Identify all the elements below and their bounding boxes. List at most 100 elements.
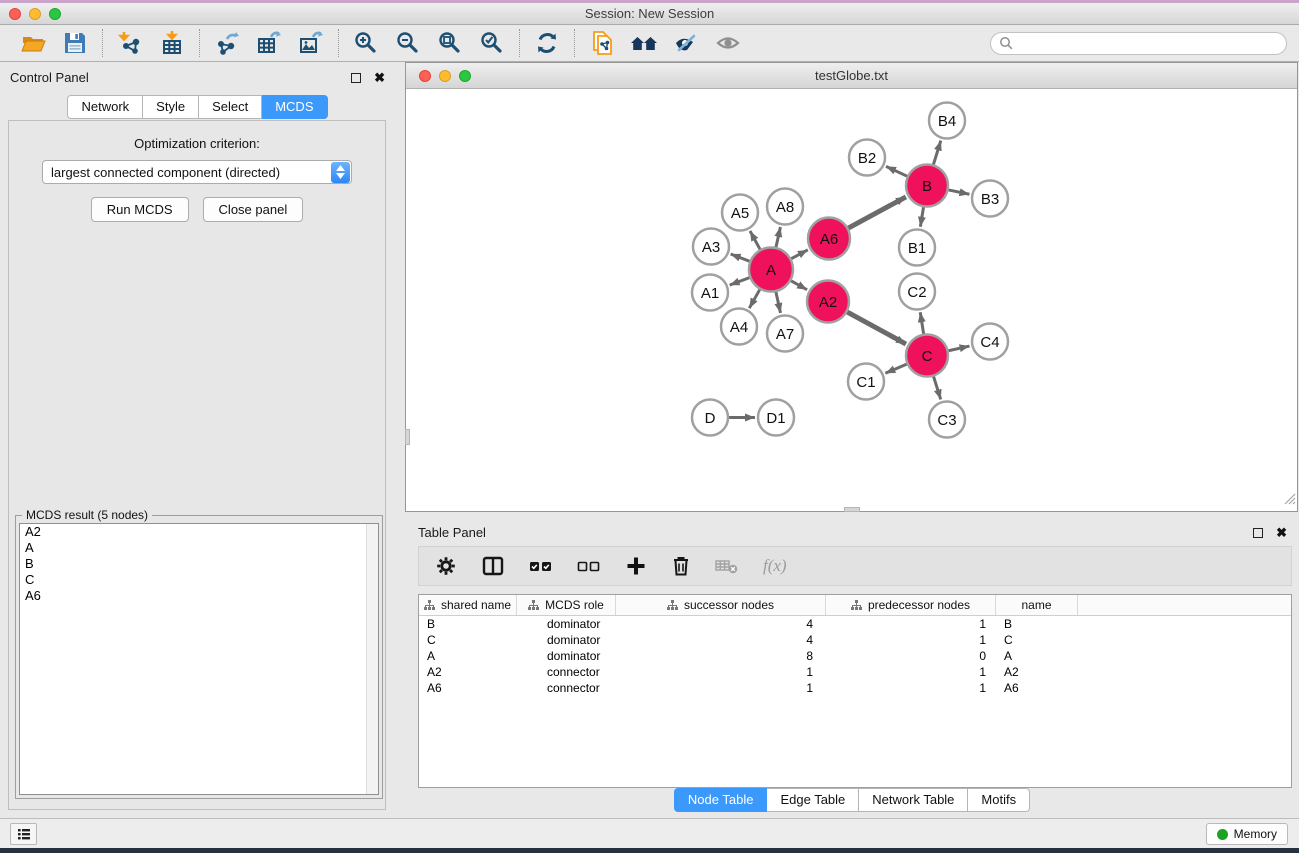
export-table-icon[interactable]: [255, 29, 283, 57]
network-window-titlebar[interactable]: testGlobe.txt: [406, 63, 1297, 89]
save-session-icon[interactable]: [61, 29, 89, 57]
column-header-shared-name[interactable]: shared name: [419, 595, 517, 615]
graph-node-A[interactable]: A: [749, 248, 793, 292]
table-row[interactable]: Adominator80A: [419, 648, 1291, 664]
memory-button[interactable]: Memory: [1206, 823, 1288, 845]
table-cell[interactable]: 1: [616, 664, 826, 680]
table-cell[interactable]: 1: [826, 632, 996, 648]
tab-select[interactable]: Select: [199, 95, 262, 119]
zoom-selected-icon[interactable]: [478, 29, 506, 57]
table-cell[interactable]: A: [419, 648, 517, 664]
table-cell[interactable]: A2: [419, 664, 517, 680]
graph-node-C[interactable]: C: [906, 335, 948, 377]
mcds-result-list[interactable]: A2ABCA6: [19, 523, 379, 795]
graph-edge-C-C3[interactable]: [934, 376, 941, 399]
graph-edge-C-C4[interactable]: [948, 346, 969, 351]
graph-node-A8[interactable]: A8: [767, 189, 803, 225]
first-neighbors-icon[interactable]: [630, 29, 658, 57]
graph-node-C2[interactable]: C2: [899, 274, 935, 310]
graph-node-A7[interactable]: A7: [767, 316, 803, 352]
table-cell[interactable]: 1: [826, 680, 996, 696]
graph-edge-C-C2[interactable]: [920, 312, 923, 334]
show-all-icon[interactable]: [714, 29, 742, 57]
scrollbar-track[interactable]: [366, 524, 378, 794]
table-cell[interactable]: C: [419, 632, 517, 648]
table-cell[interactable]: 4: [616, 616, 826, 632]
graph-node-C3[interactable]: C3: [929, 402, 965, 438]
zoom-network-icon[interactable]: [459, 70, 471, 82]
tab-style[interactable]: Style: [143, 95, 199, 119]
table-cell[interactable]: 8: [616, 648, 826, 664]
graph-node-B2[interactable]: B2: [849, 140, 885, 176]
minimize-network-icon[interactable]: [439, 70, 451, 82]
column-header-predecessor-nodes[interactable]: predecessor nodes: [826, 595, 996, 615]
table-cell[interactable]: A: [996, 648, 1078, 664]
column-header-successor-nodes[interactable]: successor nodes: [616, 595, 826, 615]
tab-network[interactable]: Network: [67, 95, 143, 119]
graph-node-A4[interactable]: A4: [721, 309, 757, 345]
table-row[interactable]: A2connector11A2: [419, 664, 1291, 680]
graph-edge-A6-B[interactable]: [848, 197, 906, 228]
table-cell[interactable]: A2: [996, 664, 1078, 680]
graph-edge-A-A7[interactable]: [776, 292, 781, 313]
graph-edge-B-B2[interactable]: [886, 166, 907, 176]
graph-edge-A-A5[interactable]: [750, 231, 760, 249]
add-column-icon[interactable]: [625, 555, 647, 577]
table-cell[interactable]: B: [419, 616, 517, 632]
zoom-out-icon[interactable]: [394, 29, 422, 57]
mcds-result-item[interactable]: A6: [20, 588, 378, 604]
run-mcds-button[interactable]: Run MCDS: [91, 197, 189, 222]
close-panel-button[interactable]: Close panel: [203, 197, 304, 222]
task-history-button[interactable]: [10, 823, 37, 845]
graph-edge-A-A1[interactable]: [730, 278, 750, 285]
graph-node-B[interactable]: B: [906, 165, 948, 207]
tab-edge-table[interactable]: Edge Table: [767, 788, 859, 812]
apply-layout-icon[interactable]: [533, 29, 561, 57]
zoom-window-icon[interactable]: [49, 8, 61, 20]
mcds-result-item[interactable]: C: [20, 572, 378, 588]
resize-grip[interactable]: [1283, 492, 1296, 510]
mcds-result-item[interactable]: A: [20, 540, 378, 556]
table-cell[interactable]: connector: [517, 680, 616, 696]
mcds-result-item[interactable]: B: [20, 556, 378, 572]
table-cell[interactable]: A6: [996, 680, 1078, 696]
table-cell[interactable]: dominator: [517, 616, 616, 632]
open-session-icon[interactable]: [19, 29, 47, 57]
graph-node-D[interactable]: D: [692, 400, 728, 436]
table-cell[interactable]: C: [996, 632, 1078, 648]
graph-node-C4[interactable]: C4: [972, 324, 1008, 360]
deselect-all-icon[interactable]: [577, 555, 601, 577]
graph-node-A5[interactable]: A5: [722, 195, 758, 231]
table-cell[interactable]: dominator: [517, 648, 616, 664]
delete-column-icon[interactable]: [671, 555, 691, 577]
export-network-icon[interactable]: [213, 29, 241, 57]
graph-edge-A-A8[interactable]: [776, 227, 780, 247]
table-cell[interactable]: 0: [826, 648, 996, 664]
table-row[interactable]: Bdominator41B: [419, 616, 1291, 632]
table-cell[interactable]: 4: [616, 632, 826, 648]
table-cell[interactable]: 1: [826, 664, 996, 680]
table-row[interactable]: A6connector11A6: [419, 680, 1291, 696]
graph-edge-A-A4[interactable]: [749, 290, 759, 309]
tab-network-table[interactable]: Network Table: [859, 788, 968, 812]
column-header-MCDS-role[interactable]: MCDS role: [517, 595, 616, 615]
graph-node-A2[interactable]: A2: [807, 281, 849, 323]
graph-node-D1[interactable]: D1: [758, 400, 794, 436]
collapse-handle[interactable]: [844, 507, 860, 512]
select-all-icon[interactable]: [529, 555, 553, 577]
graph-edge-C-C1[interactable]: [885, 364, 906, 373]
graph-node-A1[interactable]: A1: [692, 275, 728, 311]
settings-gear-icon[interactable]: [435, 555, 457, 577]
minimize-window-icon[interactable]: [29, 8, 41, 20]
table-cell[interactable]: connector: [517, 664, 616, 680]
float-table-panel-icon[interactable]: [1253, 528, 1263, 538]
table-cell[interactable]: dominator: [517, 632, 616, 648]
import-table-icon[interactable]: [158, 29, 186, 57]
search-input[interactable]: [990, 32, 1287, 55]
tab-mcds[interactable]: MCDS: [262, 95, 327, 119]
graph-node-A6[interactable]: A6: [808, 218, 850, 260]
close-panel-icon[interactable]: ✖: [374, 73, 385, 83]
table-cell[interactable]: 1: [826, 616, 996, 632]
split-columns-icon[interactable]: [481, 555, 505, 577]
zoom-fit-icon[interactable]: [436, 29, 464, 57]
